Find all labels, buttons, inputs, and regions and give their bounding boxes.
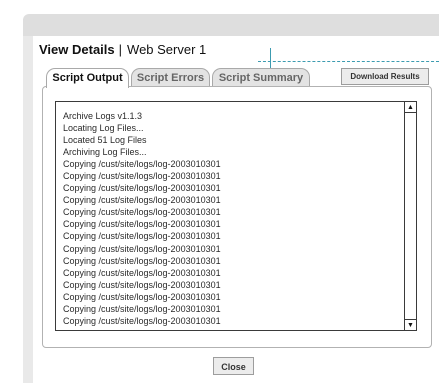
- log-text: Archive Logs v1.1.3 Locating Log Files...…: [63, 110, 221, 327]
- log-line: Copying /cust/site/logs/log-2003010301: [63, 231, 221, 242]
- log-line: Located 51 Log Files: [63, 135, 147, 146]
- scroll-down-icon[interactable]: ▼: [405, 319, 416, 330]
- close-button[interactable]: Close: [213, 357, 254, 375]
- dialog-title: View Details: [39, 42, 115, 57]
- tab-script-summary[interactable]: Script Summary: [212, 68, 310, 87]
- log-line: Copying /cust/site/logs/log-2003010301: [63, 219, 221, 230]
- log-line: Copying /cust/site/logs/log-2003010301: [63, 267, 221, 278]
- log-line: Copying /cust/site/logs/log-2003010301: [63, 315, 221, 326]
- log-line: Archiving Log Files...: [63, 147, 147, 158]
- scroll-up-icon[interactable]: ▲: [405, 102, 416, 113]
- log-line: Copying /cust/site/logs/log-2003010301: [63, 195, 221, 206]
- log-line: Locating Log Files...: [63, 123, 144, 134]
- log-line: Copying /cust/site/logs/log-2003010301: [63, 183, 221, 194]
- annotation-dashed-line: [258, 61, 439, 62]
- log-line: Archive Logs v1.1.3: [63, 111, 143, 121]
- script-output-log[interactable]: Archive Logs v1.1.3 Locating Log Files...…: [55, 101, 417, 331]
- tab-script-output[interactable]: Script Output: [46, 68, 129, 88]
- log-line: Copying /cust/site/logs/log-2003010301: [63, 207, 221, 218]
- tab-script-errors[interactable]: Script Errors: [131, 68, 210, 87]
- dialog-subtitle: Web Server 1: [127, 42, 207, 57]
- log-scrollbar[interactable]: ▲ ▼: [404, 102, 416, 330]
- log-line: Copying /cust/site/logs/log-2003010301: [63, 291, 221, 302]
- log-line: Copying /cust/site/logs/log-2003010301: [63, 171, 221, 182]
- log-line: Copying /cust/site/logs/log-2003010301: [63, 303, 221, 314]
- log-line: Copying /cust/site/logs/log-2003010301: [63, 279, 221, 290]
- title-separator: |: [118, 42, 123, 57]
- log-line: Copying /cust/site/logs/log-2003010301: [63, 255, 221, 266]
- window-titlebar: [23, 14, 439, 36]
- log-line: Copying /cust/site/logs/log-2003010301: [63, 243, 221, 254]
- log-line: Copying /cust/site/logs/log-2003010301: [63, 159, 221, 170]
- download-results-button[interactable]: Download Results: [341, 68, 429, 85]
- dialog-heading: View Details | Web Server 1: [39, 42, 206, 57]
- annotation-pointer-line: [270, 48, 271, 70]
